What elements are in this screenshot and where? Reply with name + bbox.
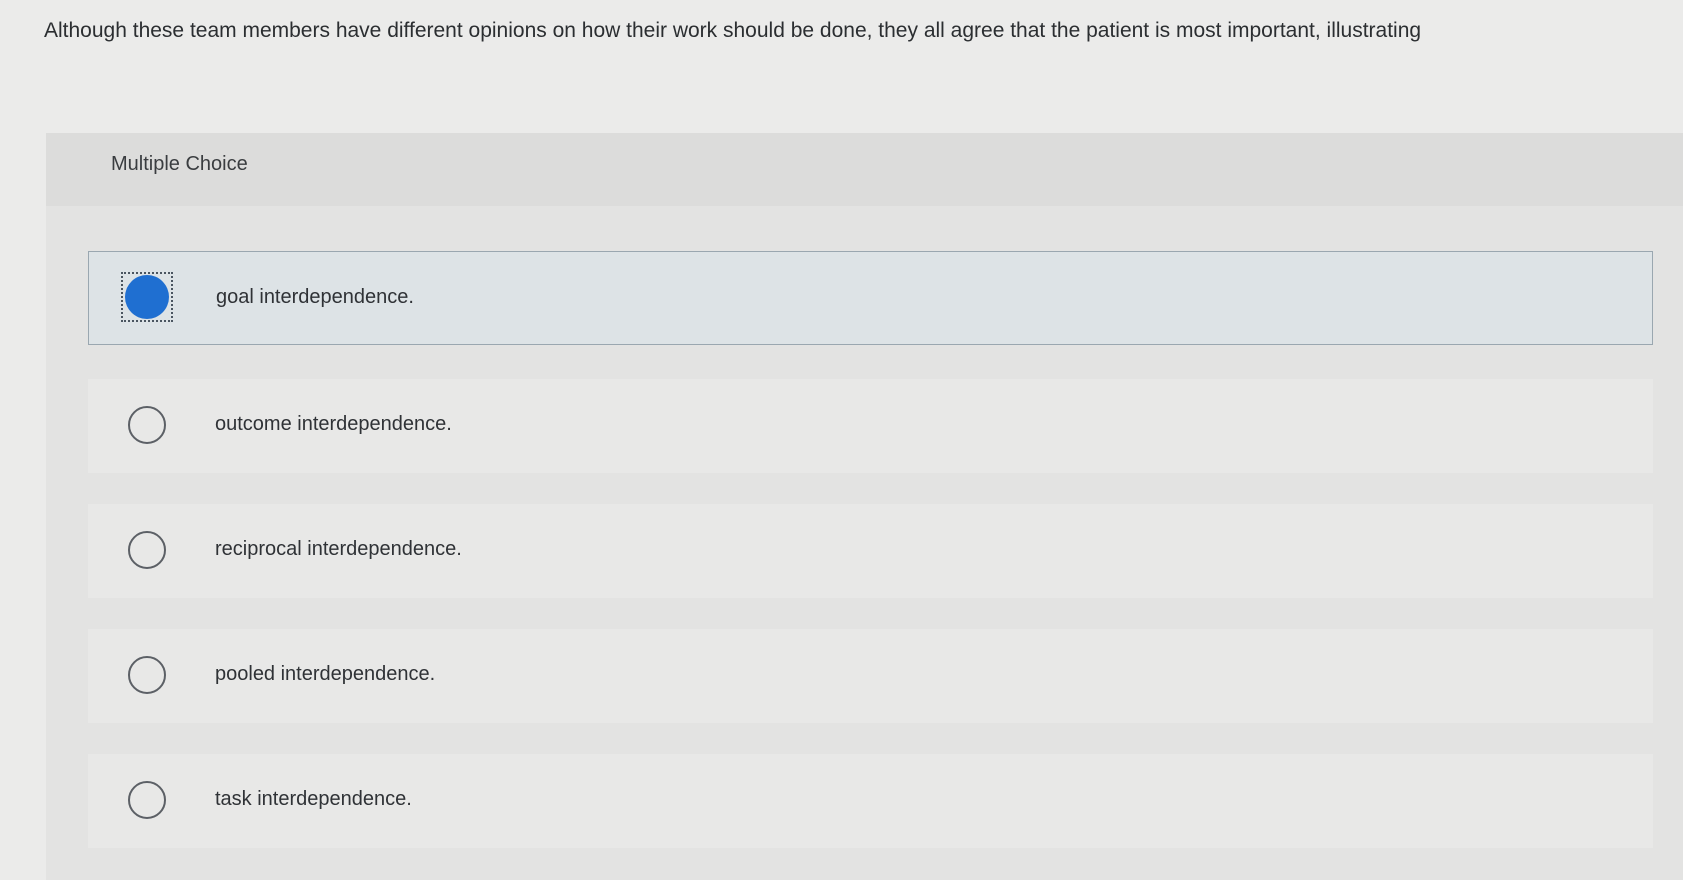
option-pooled-interdependence[interactable]: pooled interdependence. (88, 629, 1653, 723)
option-label: outcome interdependence. (215, 413, 452, 435)
radio-unselected-icon[interactable] (128, 531, 166, 569)
option-label: reciprocal interdependence. (215, 538, 462, 560)
option-label: goal interdependence. (216, 286, 414, 308)
option-label: pooled interdependence. (215, 663, 436, 685)
option-goal-interdependence[interactable]: goal interdependence. (88, 251, 1653, 345)
option-task-interdependence[interactable]: task interdependence. (88, 754, 1653, 848)
radio-unselected-icon[interactable] (128, 406, 166, 444)
radio-selected-icon[interactable] (125, 275, 169, 319)
panel-title: Multiple Choice (111, 153, 248, 175)
question-text: Although these team members have differe… (44, 19, 1422, 42)
option-label: task interdependence. (215, 788, 412, 810)
radio-unselected-icon[interactable] (128, 656, 166, 694)
radio-unselected-icon[interactable] (128, 781, 166, 819)
option-outcome-interdependence[interactable]: outcome interdependence. (88, 379, 1653, 473)
option-reciprocal-interdependence[interactable]: reciprocal interdependence. (88, 504, 1653, 598)
panel-header: Multiple Choice (46, 133, 1683, 206)
multiple-choice-panel: Multiple Choice goal interdependence. ou… (46, 133, 1683, 880)
